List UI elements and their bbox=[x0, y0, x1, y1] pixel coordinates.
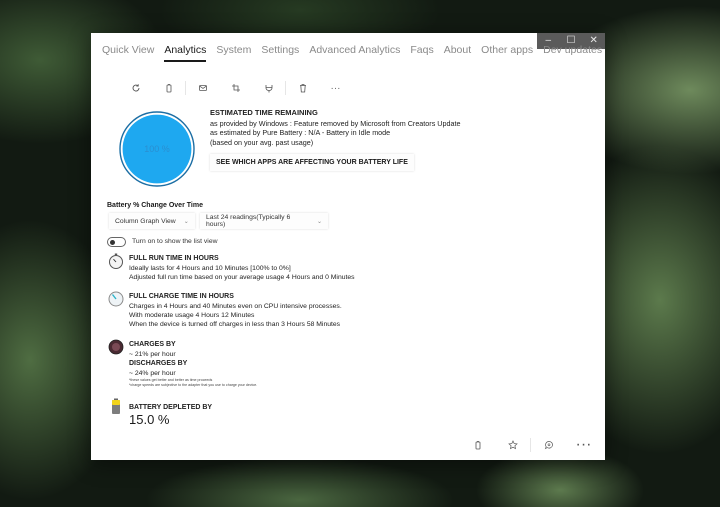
battery-depleted-title: BATTERY DEPLETED BY bbox=[129, 404, 213, 411]
discharges-by-value: ~ 24% per hour bbox=[129, 370, 176, 377]
readings-range-value: Last 24 readings(Typically 6 hours) bbox=[206, 214, 291, 228]
estimate-pure-battery: as estimated by Pure Battery : N/A - Bat… bbox=[210, 128, 391, 137]
mail-icon bbox=[198, 85, 207, 91]
stopwatch-icon bbox=[109, 253, 123, 269]
toolbar: ··· bbox=[119, 79, 352, 97]
chevron-down-icon: ⌄ bbox=[183, 218, 189, 225]
tab-advanced-analytics[interactable]: Advanced Analytics bbox=[309, 44, 400, 62]
list-view-toggle[interactable] bbox=[107, 237, 126, 247]
estimated-time-section: ESTIMATED TIME REMAINING as provided by … bbox=[210, 108, 460, 147]
discharges-by-title: DISCHARGES BY bbox=[129, 360, 188, 367]
gauge-label: 100 % bbox=[144, 144, 170, 154]
charges-by-value: ~ 21% per hour bbox=[129, 351, 176, 358]
charge-time-moderate: With moderate usage 4 Hours 12 Minutes bbox=[129, 312, 255, 319]
feedback-icon bbox=[544, 441, 553, 450]
mail-button[interactable] bbox=[186, 79, 219, 97]
plug-button[interactable] bbox=[252, 79, 285, 97]
app-window: – ☐ ✕ Quick View Analytics System Settin… bbox=[91, 33, 605, 460]
battery-button[interactable] bbox=[460, 436, 495, 454]
battery-button[interactable] bbox=[152, 79, 185, 97]
crop-icon bbox=[231, 84, 240, 92]
refresh-icon bbox=[132, 84, 139, 92]
tab-faqs[interactable]: Faqs bbox=[410, 44, 433, 62]
battery-icon bbox=[166, 84, 171, 93]
battery-depleted-value: 15.0 % bbox=[129, 412, 170, 427]
tab-quick-view[interactable]: Quick View bbox=[102, 44, 154, 62]
tab-bar: Quick View Analytics System Settings Adv… bbox=[102, 44, 612, 62]
tab-dev-updates[interactable]: Dev updates bbox=[543, 44, 602, 62]
bottom-command-bar: ··· bbox=[460, 436, 601, 454]
full-charge-time-title: FULL CHARGE TIME IN HOURS bbox=[129, 293, 234, 300]
star-icon bbox=[507, 440, 518, 450]
full-run-time-ideal: Ideally lasts for 4 Hours and 10 Minutes… bbox=[129, 265, 291, 272]
charge-timer-icon bbox=[108, 291, 124, 307]
plug-icon bbox=[265, 85, 272, 93]
tab-settings[interactable]: Settings bbox=[261, 44, 299, 62]
tab-analytics[interactable]: Analytics bbox=[164, 44, 207, 62]
rates-note-2: *charge speeds are subjective to the ada… bbox=[129, 383, 258, 387]
estimate-basis: (based on your avg. past usage) bbox=[210, 137, 314, 147]
more-button[interactable]: ··· bbox=[319, 79, 352, 97]
crop-button[interactable] bbox=[219, 79, 252, 97]
favorite-button[interactable] bbox=[495, 436, 530, 454]
graph-section-title: Battery % Change Over Time bbox=[107, 202, 203, 209]
feedback-button[interactable] bbox=[531, 436, 566, 454]
list-view-toggle-label: Turn on to show the list view bbox=[132, 238, 218, 245]
tab-other-apps[interactable]: Other apps bbox=[481, 44, 533, 62]
estimated-time-title: ESTIMATED TIME REMAINING bbox=[210, 108, 318, 117]
battery-icon bbox=[475, 441, 480, 450]
graph-view-value: Column Graph View bbox=[115, 217, 176, 225]
estimate-windows: as provided by Windows : Feature removed… bbox=[210, 118, 461, 128]
readings-range-select[interactable]: Last 24 readings(Typically 6 hours) ⌄ bbox=[200, 213, 328, 229]
toggle-knob bbox=[110, 239, 115, 245]
delete-icon bbox=[299, 84, 306, 93]
charge-time-cpu: Charges in 4 Hours and 40 Minutes even o… bbox=[129, 303, 342, 310]
delete-button[interactable] bbox=[286, 79, 319, 97]
battery-level-icon bbox=[112, 398, 120, 414]
full-run-time-adjusted: Adjusted full run time based on your ave… bbox=[129, 274, 355, 281]
charge-time-off: When the device is turned off charges in… bbox=[129, 321, 341, 328]
refresh-button[interactable] bbox=[119, 79, 152, 97]
tab-system[interactable]: System bbox=[216, 44, 251, 62]
more-button[interactable]: ··· bbox=[566, 436, 601, 454]
chevron-down-icon: ⌄ bbox=[316, 218, 322, 225]
full-run-time-title: FULL RUN TIME IN HOURS bbox=[129, 255, 219, 262]
rate-orb-icon bbox=[108, 339, 124, 355]
tab-about[interactable]: About bbox=[444, 44, 471, 62]
see-apps-button[interactable]: SEE WHICH APPS ARE AFFECTING YOUR BATTER… bbox=[210, 154, 414, 171]
gauge-label-wrap: 100 % bbox=[119, 111, 195, 187]
graph-view-select[interactable]: Column Graph View ⌄ bbox=[109, 213, 195, 229]
charges-by-title: CHARGES BY bbox=[129, 341, 176, 348]
